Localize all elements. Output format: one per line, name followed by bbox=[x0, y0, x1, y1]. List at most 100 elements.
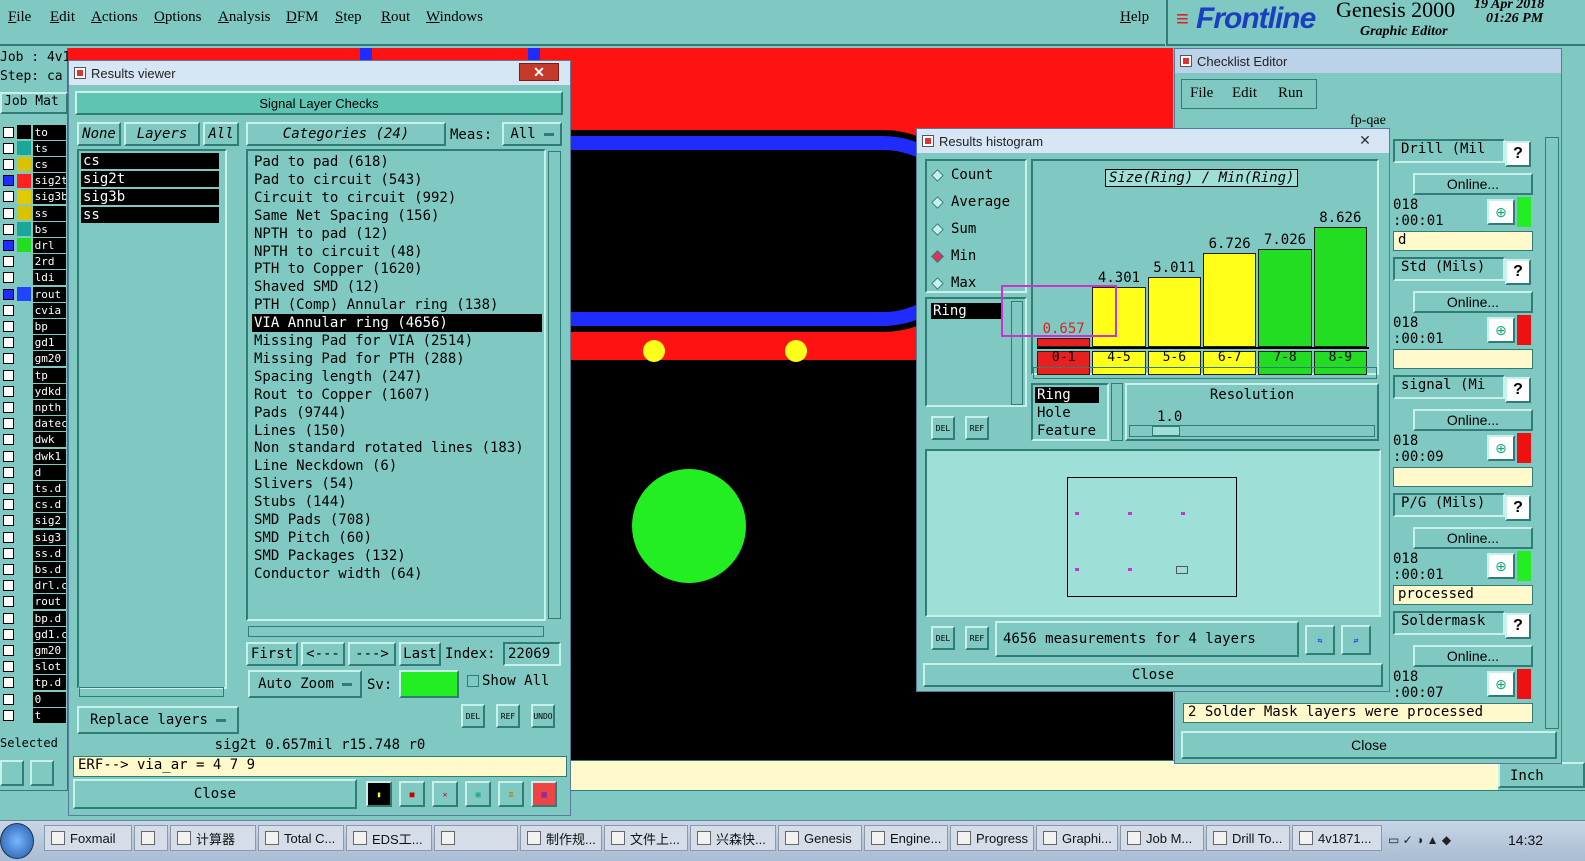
category-item[interactable]: Pads (9744) bbox=[252, 404, 347, 422]
layer-row[interactable]: ldi bbox=[0, 270, 67, 286]
preview-del-icon[interactable]: DEL bbox=[931, 626, 955, 650]
layer-row[interactable]: datec bbox=[0, 416, 67, 432]
resolution-attr-item[interactable]: Ring bbox=[1035, 387, 1099, 403]
layer-checkbox[interactable] bbox=[3, 661, 14, 673]
layer-row[interactable]: tp bbox=[0, 367, 67, 383]
layer-checkbox[interactable] bbox=[3, 466, 14, 478]
taskbar-item[interactable]: Genesis bbox=[778, 825, 862, 851]
rv-layer-item[interactable]: sig3b bbox=[81, 189, 219, 205]
category-item[interactable]: Missing Pad for VIA (2514) bbox=[252, 332, 473, 350]
resolution-scrollbar[interactable] bbox=[1111, 383, 1123, 441]
check-name[interactable]: P/G (Mils) bbox=[1393, 493, 1505, 517]
layer-checkbox[interactable] bbox=[3, 450, 14, 462]
category-item[interactable]: Shaved SMD (12) bbox=[252, 278, 380, 296]
show-all-checkbox[interactable] bbox=[467, 675, 479, 687]
layer-checkbox[interactable] bbox=[3, 531, 14, 543]
menu-file[interactable]: File bbox=[8, 9, 31, 26]
category-item[interactable]: Lines (150) bbox=[252, 422, 347, 440]
auto-zoom-select[interactable]: Auto Zoom bbox=[248, 670, 362, 698]
taskbar-item[interactable]: Graphi... bbox=[1036, 825, 1118, 851]
pad-yellow-2[interactable] bbox=[785, 340, 807, 362]
layers-button[interactable]: Layers bbox=[124, 122, 200, 146]
layer-row[interactable]: t bbox=[0, 707, 67, 723]
taskbar-item[interactable]: Foxmail bbox=[44, 825, 132, 851]
layer-row[interactable]: rout bbox=[0, 594, 67, 610]
categories-button[interactable]: Categories (24) bbox=[246, 122, 446, 146]
category-item[interactable]: Missing Pad for PTH (288) bbox=[252, 350, 465, 368]
help-icon[interactable]: ? bbox=[1505, 141, 1531, 167]
category-item[interactable]: PTH (Comp) Annular ring (138) bbox=[252, 296, 498, 314]
resolution-attr-list[interactable]: Ring Hole Feature bbox=[1031, 383, 1109, 441]
online-button[interactable]: Online... bbox=[1413, 291, 1533, 313]
layer-row[interactable]: ss.d bbox=[0, 545, 67, 561]
tray-icons[interactable]: ▭ ✓ ◑ ▲ ◆ bbox=[1388, 833, 1488, 849]
category-item[interactable]: VIA Annular ring (4656) bbox=[252, 314, 542, 333]
histogram-titlebar[interactable]: Results histogram bbox=[917, 129, 1389, 153]
checklist-close-button[interactable]: Close bbox=[1181, 731, 1557, 759]
pad-yellow-1[interactable] bbox=[643, 340, 665, 362]
layer-checkbox[interactable] bbox=[3, 272, 14, 284]
layer-row[interactable]: ts.d bbox=[0, 480, 67, 496]
hist-del-icon[interactable]: DEL bbox=[931, 416, 955, 440]
category-item[interactable]: SMD Pads (708) bbox=[252, 511, 372, 529]
category-item[interactable]: Spacing length (247) bbox=[252, 368, 423, 386]
del-icon[interactable]: DEL bbox=[461, 704, 485, 728]
meas-select[interactable]: All bbox=[502, 122, 562, 146]
layer-checkbox[interactable] bbox=[3, 256, 14, 268]
taskbar-item[interactable]: EDS工... bbox=[346, 825, 432, 851]
category-item[interactable]: Pad to circuit (543) bbox=[252, 171, 423, 189]
resolution-attr-item[interactable]: Feature bbox=[1035, 423, 1096, 439]
layer-row[interactable]: dwk1 bbox=[0, 448, 67, 464]
layer-row[interactable]: gd1.c bbox=[0, 626, 67, 642]
layer-checkbox[interactable] bbox=[3, 288, 14, 300]
layer-row[interactable]: slot bbox=[0, 659, 67, 675]
results-viewer-close-button[interactable]: Close bbox=[73, 779, 357, 809]
category-item[interactable]: SMD Packages (132) bbox=[252, 547, 406, 565]
histogram-bar[interactable] bbox=[1258, 249, 1312, 347]
start-button[interactable] bbox=[0, 823, 34, 859]
undo-icon[interactable]: UNDO bbox=[531, 704, 555, 728]
taskbar-item[interactable]: Progress bbox=[950, 825, 1034, 851]
mode-radio-min[interactable]: Min bbox=[931, 248, 976, 264]
measure-tool-icon[interactable] bbox=[30, 760, 54, 786]
online-button[interactable]: Online... bbox=[1413, 645, 1533, 667]
layer-checkbox[interactable] bbox=[3, 563, 14, 575]
checklist-menu-edit[interactable]: Edit bbox=[1232, 85, 1257, 102]
category-item[interactable]: Pad to pad (618) bbox=[252, 153, 389, 171]
layer-row[interactable]: bs.d bbox=[0, 561, 67, 577]
first-button[interactable]: First bbox=[246, 642, 298, 666]
all-layers-button[interactable]: All bbox=[203, 122, 239, 146]
layer-list-scrollbar[interactable] bbox=[79, 687, 224, 697]
layer-row[interactable]: bs bbox=[0, 221, 67, 237]
taskbar-item[interactable]: Engine... bbox=[864, 825, 948, 851]
help-icon[interactable]: ? bbox=[1505, 377, 1531, 403]
layer-checkbox[interactable] bbox=[3, 304, 14, 316]
histogram-bar[interactable] bbox=[1037, 337, 1091, 347]
check-name[interactable]: Drill (Mil bbox=[1393, 139, 1505, 163]
category-item[interactable]: Rout to Copper (1607) bbox=[252, 386, 431, 404]
online-button[interactable]: Online... bbox=[1413, 527, 1533, 549]
histogram-bar[interactable] bbox=[1147, 277, 1201, 347]
layer-checkbox[interactable] bbox=[3, 628, 14, 640]
mode-radio-count[interactable]: Count bbox=[931, 167, 993, 183]
layer-row[interactable]: bp.d bbox=[0, 610, 67, 626]
layer-checkbox[interactable] bbox=[3, 320, 14, 332]
hist-export-icon[interactable]: ⇆ bbox=[1305, 625, 1335, 655]
last-button[interactable]: Last bbox=[399, 642, 441, 666]
results-viewer-titlebar[interactable]: Results viewer bbox=[69, 61, 570, 85]
layer-row[interactable]: ydkd bbox=[0, 383, 67, 399]
categories-list[interactable]: Pad to pad (618) Pad to circuit (543) Circ… bbox=[246, 149, 546, 621]
layer-row[interactable]: gm20 bbox=[0, 642, 67, 658]
histogram-close-button[interactable]: Close bbox=[923, 663, 1383, 687]
checklist-vscroll[interactable] bbox=[1545, 137, 1559, 729]
layer-row[interactable]: cs.d bbox=[0, 497, 67, 513]
layer-row[interactable]: gm20 bbox=[0, 351, 67, 367]
layer-row[interactable]: sig3b bbox=[0, 189, 67, 205]
layer-row[interactable]: rout bbox=[0, 286, 67, 302]
layer-checkbox[interactable] bbox=[3, 191, 14, 203]
layer-checkbox[interactable] bbox=[3, 142, 14, 154]
index-input[interactable]: 22069 bbox=[503, 642, 561, 666]
taskbar-item[interactable]: 文件上... bbox=[604, 825, 688, 851]
layer-checkbox[interactable] bbox=[3, 580, 14, 592]
taskbar-item[interactable]: 计算器 bbox=[170, 825, 256, 851]
